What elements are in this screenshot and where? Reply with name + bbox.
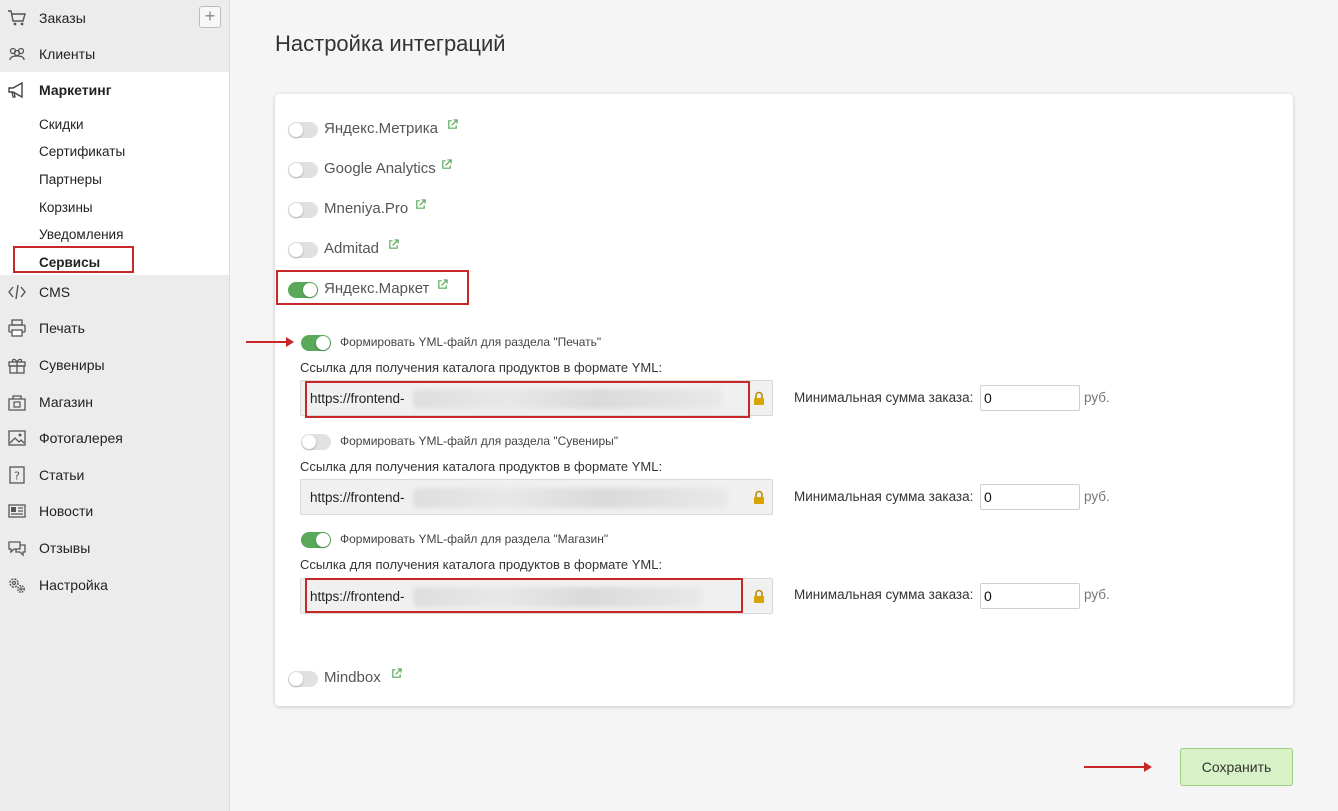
yml-link-caption: Ссылка для получения каталога продуктов …	[300, 557, 663, 572]
nav-item-settings[interactable]: Настройка	[0, 567, 229, 603]
toggle-yandex-metrika[interactable]	[288, 122, 318, 138]
newspaper-icon	[8, 504, 26, 518]
service-label: Яндекс.Маркет	[324, 280, 430, 297]
redacted-url	[413, 389, 723, 409]
currency-label: руб.	[1084, 587, 1110, 602]
lock-icon	[754, 391, 764, 405]
chat-icon	[8, 541, 26, 557]
yml-toggle-label: Формировать YML-файл для раздела "Сувени…	[340, 434, 619, 448]
toggle-yml-shop[interactable]	[301, 532, 331, 548]
yml-toggle-label: Формировать YML-файл для раздела "Магази…	[340, 532, 609, 546]
yml-url-text: https://frontend-	[310, 589, 405, 604]
toggle-yml-souvenirs[interactable]	[301, 434, 331, 450]
external-link-icon[interactable]	[441, 159, 452, 170]
nav-label: Новости	[39, 503, 94, 519]
code-icon	[8, 284, 26, 300]
toggle-mneniya-pro[interactable]	[288, 202, 318, 218]
add-order-button[interactable]: +	[199, 6, 221, 28]
cart-icon	[8, 10, 26, 26]
submenu-item-discounts[interactable]: Скидки	[39, 117, 84, 132]
nav-item-marketing[interactable]: Маркетинг	[0, 72, 229, 108]
page-title: Настройка интеграций	[275, 31, 506, 56]
external-link-icon[interactable]	[447, 119, 458, 130]
service-label: Admitad	[324, 240, 380, 257]
yml-toggle-label: Формировать YML-файл для раздела "Печать…	[340, 335, 602, 349]
redacted-url	[413, 488, 728, 508]
currency-label: руб.	[1084, 489, 1110, 504]
min-order-input-shop[interactable]	[980, 583, 1080, 609]
nav-label: Заказы	[39, 10, 86, 26]
external-link-icon[interactable]	[437, 279, 448, 290]
submenu-item-carts[interactable]: Корзины	[39, 200, 93, 215]
yml-url-field[interactable]: https://frontend-	[300, 479, 773, 515]
min-order-label: Минимальная сумма заказа:	[794, 587, 974, 602]
toggle-google-analytics[interactable]	[288, 162, 318, 178]
nav-label: Маркетинг	[39, 82, 112, 98]
nav-item-print[interactable]: Печать	[0, 310, 229, 346]
external-link-icon[interactable]	[415, 199, 426, 210]
lock-icon	[754, 589, 764, 603]
nav-item-shop[interactable]: Магазин	[0, 384, 229, 420]
nav-label: Отзывы	[39, 540, 91, 556]
redacted-url	[413, 587, 703, 607]
submenu-item-services[interactable]: Сервисы	[39, 255, 100, 270]
yml-url-text: https://frontend-	[310, 490, 405, 505]
min-order-input-print[interactable]	[980, 385, 1080, 411]
min-order-label: Минимальная сумма заказа:	[794, 489, 974, 504]
yml-link-caption: Ссылка для получения каталога продуктов …	[300, 360, 663, 375]
nav-label: Фотогалерея	[39, 430, 123, 446]
service-label: Mneniya.Pro	[324, 200, 409, 217]
annotation-arrow	[246, 337, 294, 347]
shop-icon	[8, 395, 26, 411]
nav-item-articles[interactable]: ? Статьи	[0, 457, 229, 493]
nav-label: Статьи	[39, 467, 85, 483]
nav-label: Клиенты	[39, 46, 96, 62]
service-label: Google Analytics	[324, 160, 436, 177]
nav-item-cms[interactable]: CMS	[0, 274, 229, 310]
toggle-yandex-market[interactable]	[288, 282, 318, 298]
service-label: Mindbox	[324, 669, 381, 686]
nav-item-clients[interactable]: Клиенты	[0, 36, 229, 72]
nav-item-reviews[interactable]: Отзывы	[0, 530, 229, 566]
currency-label: руб.	[1084, 390, 1110, 405]
external-link-icon[interactable]	[388, 239, 399, 250]
save-button[interactable]: Сохранить	[1180, 748, 1293, 786]
nav-item-gallery[interactable]: Фотогалерея	[0, 420, 229, 456]
printer-icon	[8, 319, 26, 337]
yml-url-text: https://frontend-	[310, 391, 405, 406]
gift-icon	[8, 358, 26, 374]
submenu-item-certificates[interactable]: Сертификаты	[39, 144, 125, 159]
nav-label: Сувениры	[39, 357, 105, 373]
gallery-icon	[8, 430, 26, 446]
question-icon: ?	[9, 466, 25, 484]
users-icon	[9, 47, 25, 61]
nav-item-news[interactable]: Новости	[0, 493, 229, 529]
yml-link-caption: Ссылка для получения каталога продуктов …	[300, 459, 663, 474]
gears-icon	[9, 578, 25, 593]
nav-label: Настройка	[39, 577, 108, 593]
nav-item-orders[interactable]: Заказы	[0, 0, 229, 36]
nav-item-souvenirs[interactable]: Сувениры	[0, 347, 229, 383]
min-order-input-souvenirs[interactable]	[980, 484, 1080, 510]
yml-url-field[interactable]: https://frontend-	[300, 578, 773, 614]
submenu-item-partners[interactable]: Партнеры	[39, 172, 102, 187]
yml-url-field[interactable]: https://frontend-	[300, 380, 773, 416]
annotation-arrow	[1084, 762, 1152, 772]
min-order-label: Минимальная сумма заказа:	[794, 390, 974, 405]
megaphone-icon	[8, 81, 23, 99]
lock-icon	[754, 490, 764, 504]
toggle-admitad[interactable]	[288, 242, 318, 258]
nav-label: CMS	[39, 284, 71, 300]
marketing-submenu: Скидки Сертификаты Партнеры Корзины Увед…	[0, 108, 229, 275]
service-label: Яндекс.Метрика	[324, 120, 438, 137]
toggle-yml-print[interactable]	[301, 335, 331, 351]
svg-text:?: ?	[14, 470, 20, 483]
nav-label: Магазин	[39, 394, 94, 410]
toggle-mindbox[interactable]	[288, 671, 318, 687]
submenu-item-notifications[interactable]: Уведомления	[39, 227, 123, 242]
external-link-icon[interactable]	[391, 668, 402, 679]
integrations-card: Яндекс.Метрика Google Analytics Mneniya.…	[275, 94, 1293, 706]
sidebar: Заказы + Клиенты Маркетинг Скидки Сертиф…	[0, 0, 230, 811]
nav-label: Печать	[39, 320, 85, 336]
